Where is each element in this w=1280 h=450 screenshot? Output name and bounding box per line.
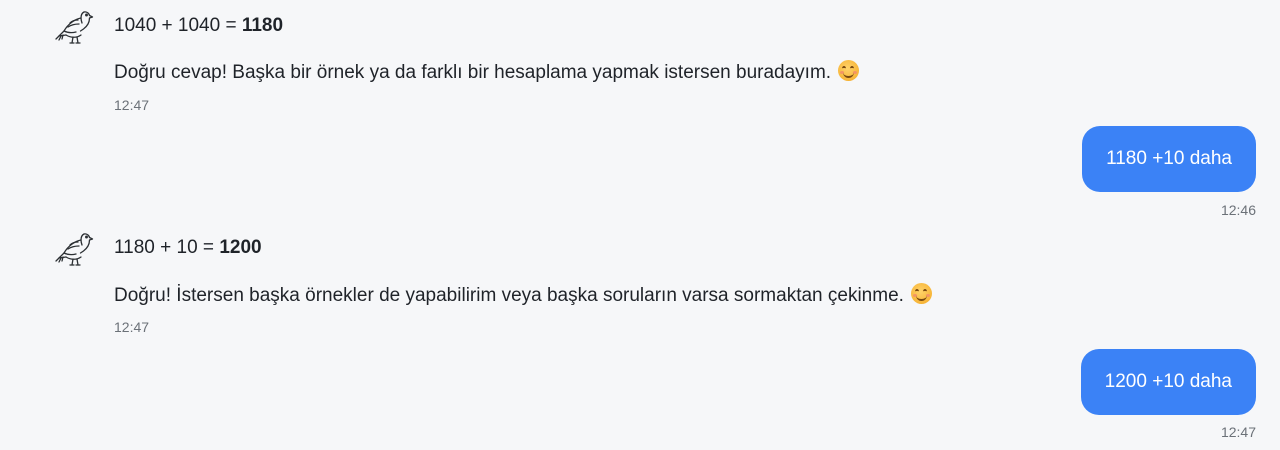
equation-result: 1200	[219, 237, 262, 258]
user-message-bubble: 1200 +10 daha	[1080, 349, 1256, 415]
equation-line: 1180 + 10 = 1200	[114, 236, 262, 260]
equation-prefix: 1040 + 1040 =	[114, 15, 242, 36]
smiling-face-icon	[838, 60, 860, 81]
bot-message-text: Doğru cevap! Başka bir örnek ya da farkl…	[114, 60, 860, 85]
message-timestamp: 12:47	[114, 319, 150, 335]
message-timestamp: 12:46	[1220, 202, 1256, 218]
equation-prefix: 1180 + 10 =	[114, 237, 220, 258]
pigeon-icon	[54, 6, 98, 50]
equation-result: 1180	[241, 15, 284, 36]
user-message-bubble: 1180 +10 daha	[1082, 126, 1256, 192]
message-timestamp: 12:47	[114, 97, 150, 113]
equation-line: 1040 + 1040 = 1180	[114, 14, 283, 38]
bot-message-text: Doğru! İstersen başka örnekler de yapabi…	[114, 283, 933, 308]
user-message-text: 1180 +10 daha	[1106, 148, 1232, 169]
message-text: Doğru! İstersen başka örnekler de yapabi…	[114, 285, 904, 306]
message-text: Doğru cevap! Başka bir örnek ya da farkl…	[114, 62, 832, 83]
chat-thread: 1040 + 1040 = 1180 Doğru cevap! Başka bi…	[0, 0, 1280, 450]
smiling-face-icon	[911, 283, 933, 304]
message-timestamp: 12:47	[1220, 424, 1256, 440]
user-message-text: 1200 +10 daha	[1104, 371, 1232, 392]
pigeon-icon	[54, 228, 98, 272]
